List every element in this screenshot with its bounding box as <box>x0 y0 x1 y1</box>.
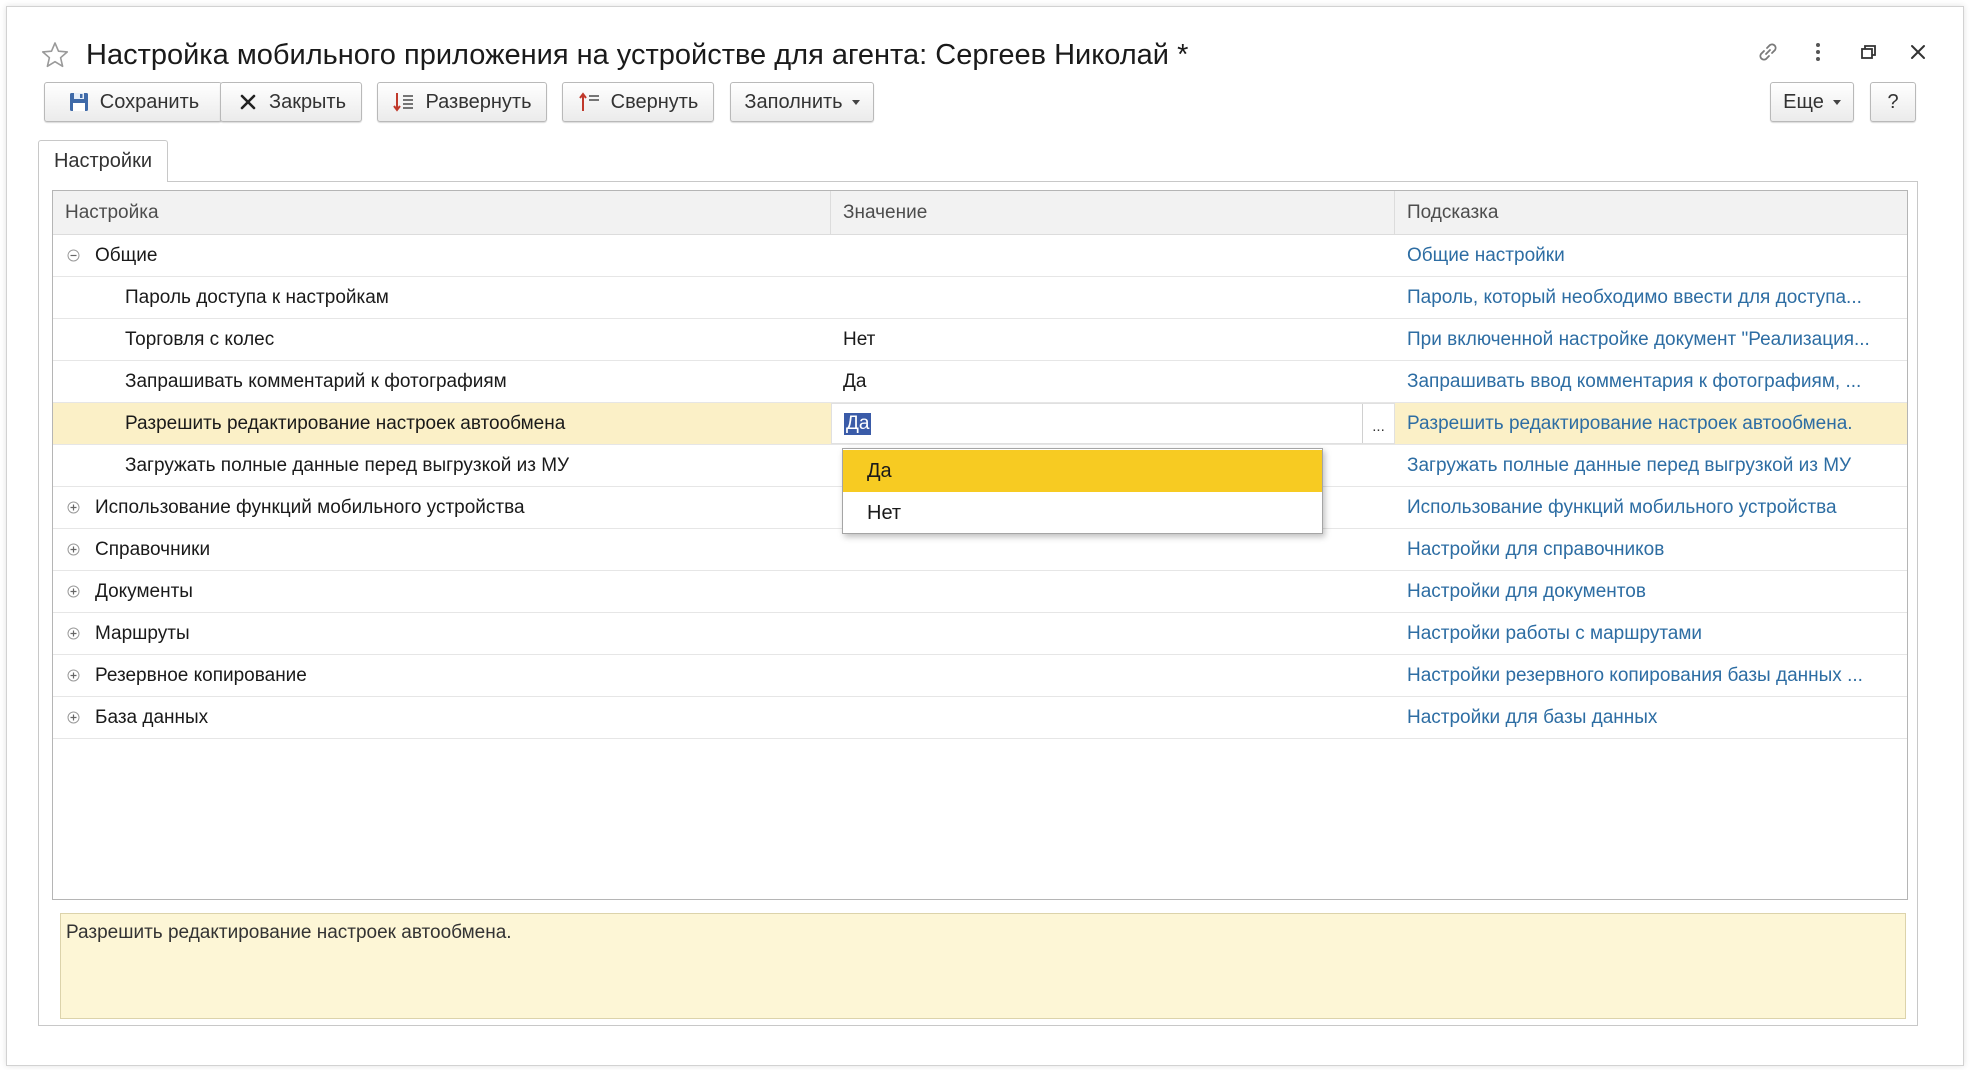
title-actions <box>1754 38 1932 66</box>
setting-name: Торговля с колес <box>125 329 275 350</box>
dropdown-option-yes[interactable]: Да <box>843 450 1322 492</box>
value-editor-text[interactable]: Да <box>844 413 872 435</box>
setting-name: Пароль доступа к настройкам <box>125 287 389 308</box>
help-button-label: ? <box>1887 90 1899 113</box>
table-row[interactable]: Документы Настройки для документов <box>53 571 1907 613</box>
close-icon[interactable] <box>1904 38 1932 66</box>
more-button[interactable]: Еще <box>1770 82 1854 122</box>
settings-table: Настройка Значение Подсказка Общие Общие… <box>52 190 1908 900</box>
chevron-down-icon <box>851 99 860 105</box>
collapse-button[interactable]: Свернуть <box>562 82 714 122</box>
title-row: Настройка мобильного приложения на устро… <box>40 32 1188 78</box>
setting-hint: Настройки резервного копирования базы да… <box>1407 665 1863 686</box>
setting-name: Резервное копирование <box>95 665 307 686</box>
save-button[interactable]: Сохранить <box>44 82 222 122</box>
setting-hint: Общие настройки <box>1407 245 1565 266</box>
tab-settings[interactable]: Настройки <box>38 140 168 182</box>
table-row[interactable]: Торговля с колес Нет При включенной наст… <box>53 319 1907 361</box>
table-row[interactable]: Запрашивать комментарий к фотографиям Да… <box>53 361 1907 403</box>
value-editor[interactable]: Да ... <box>831 403 1395 444</box>
setting-name: Запрашивать комментарий к фотографиям <box>125 371 507 392</box>
save-button-label: Сохранить <box>99 90 200 113</box>
setting-name: Справочники <box>95 539 211 560</box>
help-button[interactable]: ? <box>1870 82 1916 122</box>
table-row[interactable]: Маршруты Настройки работы с маршрутами <box>53 613 1907 655</box>
setting-value[interactable] <box>831 613 1395 654</box>
setting-hint: Настройки для базы данных <box>1407 707 1658 728</box>
value-dropdown-list: Да Нет <box>842 448 1323 534</box>
chevron-down-icon <box>1832 99 1841 105</box>
setting-name: Маршруты <box>95 623 190 644</box>
setting-hint: Настройки для справочников <box>1407 539 1665 560</box>
fill-button[interactable]: Заполнить <box>730 82 874 122</box>
choice-button[interactable]: ... <box>1362 404 1394 443</box>
setting-name: База данных <box>95 707 209 728</box>
setting-hint: Загружать полные данные перед выгрузкой … <box>1407 455 1852 476</box>
setting-hint: Настройки для документов <box>1407 581 1646 602</box>
setting-name: Использование функций мобильного устройс… <box>95 497 525 518</box>
expand-tree-icon <box>392 90 416 114</box>
close-icon <box>236 90 260 114</box>
setting-hint: Запрашивать ввод комментария к фотографи… <box>1407 371 1862 392</box>
close-form-button-label: Закрыть <box>268 90 347 113</box>
link-icon[interactable] <box>1754 38 1782 66</box>
dropdown-option-no[interactable]: Нет <box>843 492 1322 534</box>
setting-hint: Использование функций мобильного устройс… <box>1407 497 1837 518</box>
star-icon[interactable] <box>40 40 70 70</box>
more-button-label: Еще <box>1783 90 1824 113</box>
close-form-button[interactable]: Закрыть <box>220 82 362 122</box>
setting-value[interactable] <box>831 529 1395 570</box>
setting-value[interactable] <box>831 235 1395 276</box>
setting-value[interactable] <box>831 571 1395 612</box>
expand-button-label: Развернуть <box>425 90 532 113</box>
column-header-setting[interactable]: Настройка <box>53 191 831 235</box>
column-header-hint[interactable]: Подсказка <box>1395 191 1907 235</box>
table-row[interactable]: Пароль доступа к настройкам Пароль, кото… <box>53 277 1907 319</box>
floppy-disk-icon <box>67 90 91 114</box>
setting-hint: Разрешить редактирование настроек автооб… <box>1407 413 1853 434</box>
setting-hint: Настройки работы с маршрутами <box>1407 623 1703 644</box>
setting-hint: При включенной настройке документ "Реали… <box>1407 329 1870 350</box>
collapse-tree-icon <box>578 90 602 114</box>
setting-value[interactable]: Нет <box>831 319 1395 360</box>
window-title: Настройка мобильного приложения на устро… <box>86 38 1189 71</box>
table-row[interactable]: Общие Общие настройки <box>53 235 1907 277</box>
table-row[interactable]: База данных Настройки для базы данных <box>53 697 1907 739</box>
setting-value[interactable] <box>831 697 1395 738</box>
setting-name: Разрешить редактирование настроек автооб… <box>125 413 566 434</box>
table-row-selected[interactable]: Разрешить редактирование настроек автооб… <box>53 403 1907 445</box>
setting-value[interactable]: Да <box>831 361 1395 402</box>
setting-name: Общие <box>95 245 158 266</box>
fill-button-label: Заполнить <box>744 90 843 113</box>
setting-hint: Пароль, который необходимо ввести для до… <box>1407 287 1862 308</box>
expand-button[interactable]: Развернуть <box>377 82 547 122</box>
restore-window-icon[interactable] <box>1854 38 1882 66</box>
table-row[interactable]: Справочники Настройки для справочников <box>53 529 1907 571</box>
setting-value[interactable] <box>831 277 1395 318</box>
setting-value[interactable] <box>831 655 1395 696</box>
setting-name: Документы <box>95 581 193 602</box>
command-bar: Сохранить Закрыть Развернуть Свернуть За… <box>38 82 1932 126</box>
collapse-button-label: Свернуть <box>610 90 699 113</box>
table-row[interactable]: Резервное копирование Настройки резервно… <box>53 655 1907 697</box>
more-vertical-icon[interactable] <box>1804 38 1832 66</box>
setting-name: Загружать полные данные перед выгрузкой … <box>125 455 570 476</box>
column-header-value[interactable]: Значение <box>831 191 1395 235</box>
table-header: Настройка Значение Подсказка <box>53 191 1907 235</box>
setting-description: Разрешить редактирование настроек автооб… <box>60 913 1906 1019</box>
